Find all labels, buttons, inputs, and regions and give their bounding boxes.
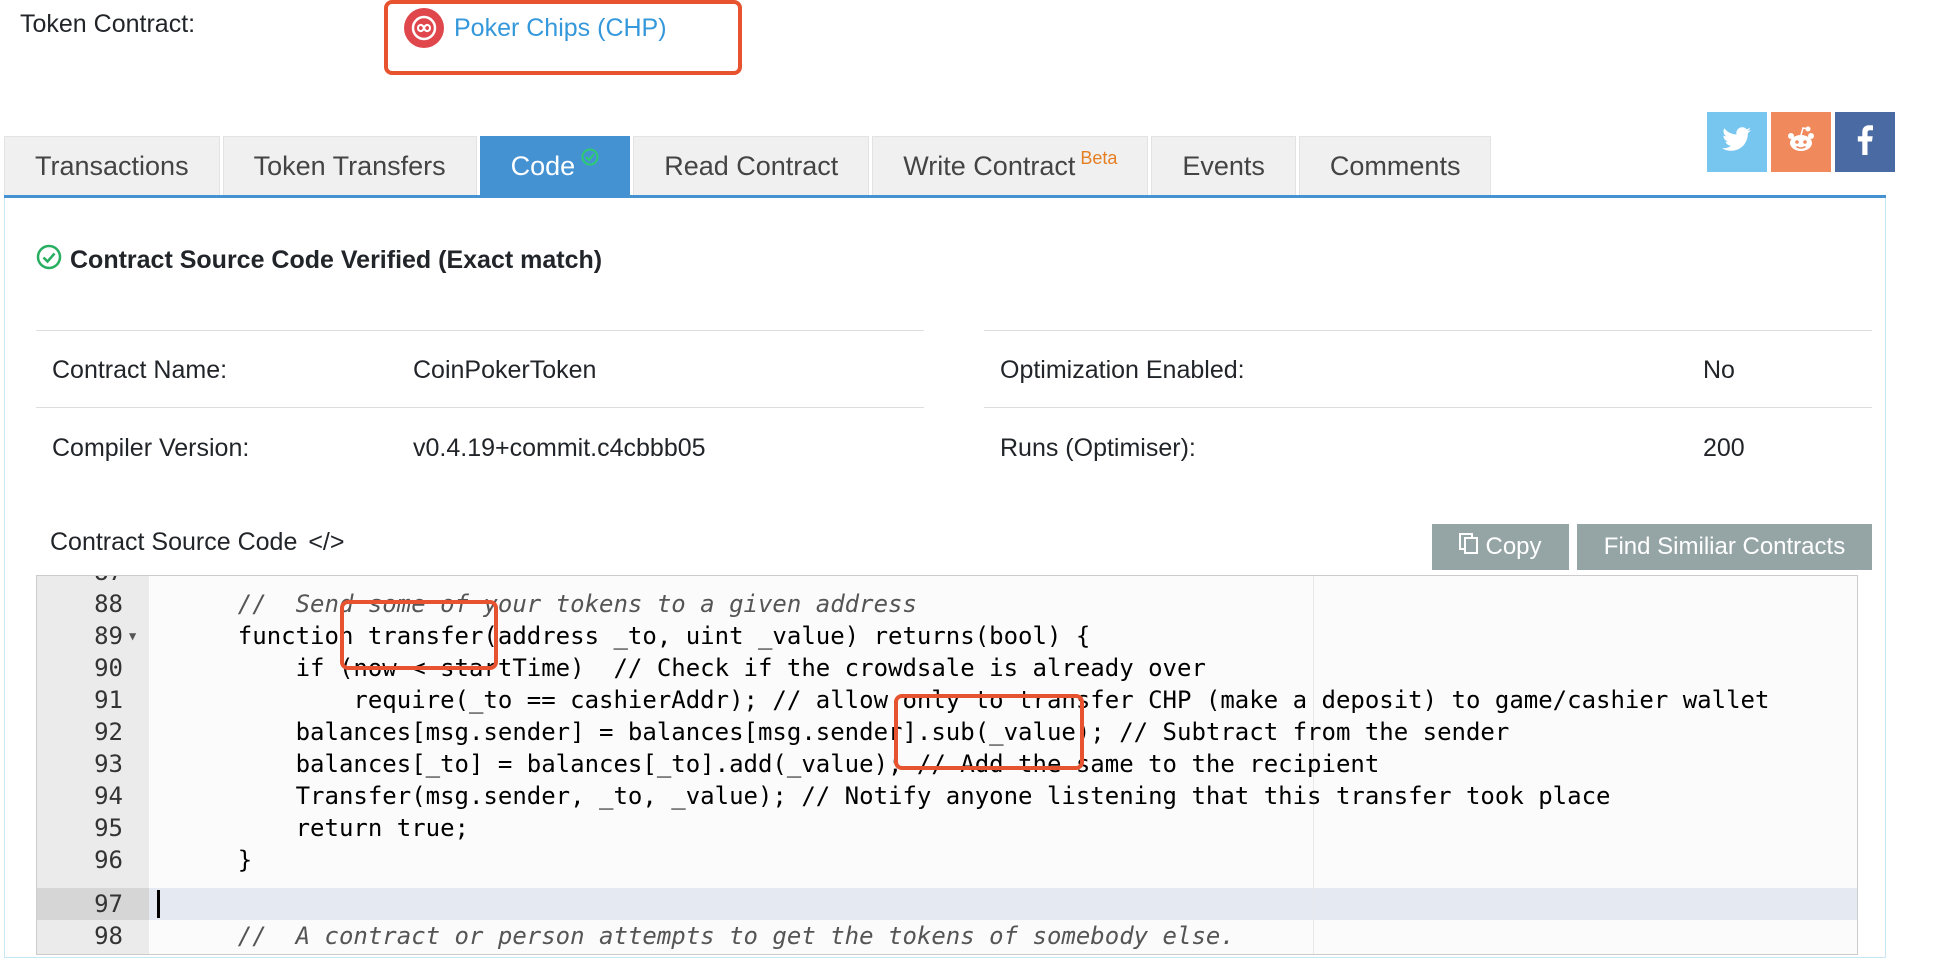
code-line: 89 ▼ function transfer(address _to, uint … xyxy=(94,620,1091,652)
annotation-box-token xyxy=(384,0,742,75)
code-line: 95 return true; xyxy=(94,814,469,842)
verified-heading: Contract Source Code Verified (Exact mat… xyxy=(36,244,602,277)
contract-name-label: Contract Name: xyxy=(52,356,228,384)
compiler-version-label: Compiler Version: xyxy=(52,434,250,462)
token-contract-label: Token Contract: xyxy=(20,10,196,38)
tab-read-contract[interactable]: Read Contract xyxy=(633,136,870,196)
optimization-label: Optimization Enabled: xyxy=(1000,356,1245,384)
optimization-value: No xyxy=(1703,356,1735,384)
facebook-share-button[interactable] xyxy=(1835,112,1895,172)
code-line: 94 Transfer(msg.sender, _to, _value); //… xyxy=(94,782,1611,810)
code-brackets-icon: </> xyxy=(308,528,345,556)
copy-icon xyxy=(1459,532,1479,562)
annotation-box-transfer xyxy=(340,600,498,670)
reddit-share-button[interactable] xyxy=(1771,112,1831,172)
copy-button[interactable]: Copy xyxy=(1432,524,1569,570)
tab-bar: Transactions Token Transfers Code Read C… xyxy=(4,136,1492,196)
code-line: 87 xyxy=(37,576,1857,588)
fold-toggle-icon[interactable]: ▼ xyxy=(129,620,136,652)
divider xyxy=(36,330,924,331)
divider xyxy=(984,330,1872,331)
annotation-box-sub xyxy=(894,694,1084,770)
divider xyxy=(984,407,1872,408)
compiler-version-value: v0.4.19+commit.c4cbbb05 xyxy=(413,434,706,462)
tab-code[interactable]: Code xyxy=(479,136,631,196)
reddit-icon xyxy=(1786,126,1816,159)
runs-label: Runs (Optimiser): xyxy=(1000,434,1196,462)
tab-comments[interactable]: Comments xyxy=(1298,136,1492,196)
check-circle-icon xyxy=(581,142,599,173)
twitter-icon xyxy=(1722,126,1752,158)
code-line: 96 } xyxy=(94,846,253,874)
source-code-title: Contract Source Code </> xyxy=(50,528,345,556)
check-circle-icon xyxy=(36,244,62,277)
beta-badge: Beta xyxy=(1080,148,1118,168)
runs-value: 200 xyxy=(1703,434,1745,462)
tab-transactions[interactable]: Transactions xyxy=(4,136,220,196)
code-line: 88 // Send some of your tokens to a give… xyxy=(94,590,917,618)
code-line: 90 if (now < startTime) // Check if the … xyxy=(94,654,1206,682)
twitter-share-button[interactable] xyxy=(1707,112,1767,172)
text-cursor xyxy=(157,890,160,918)
facebook-icon xyxy=(1857,124,1873,160)
find-similar-contracts-button[interactable]: Find Similiar Contracts xyxy=(1577,524,1872,570)
contract-name-value: CoinPokerToken xyxy=(413,356,597,384)
tab-write-contract[interactable]: Write Contract Beta xyxy=(872,136,1149,196)
code-line: 98 // A contract or person attempts to g… xyxy=(94,922,1235,950)
tab-events[interactable]: Events xyxy=(1151,136,1296,196)
tab-token-transfers[interactable]: Token Transfers xyxy=(222,136,477,196)
code-line: 97 xyxy=(94,890,123,918)
divider xyxy=(36,407,924,408)
